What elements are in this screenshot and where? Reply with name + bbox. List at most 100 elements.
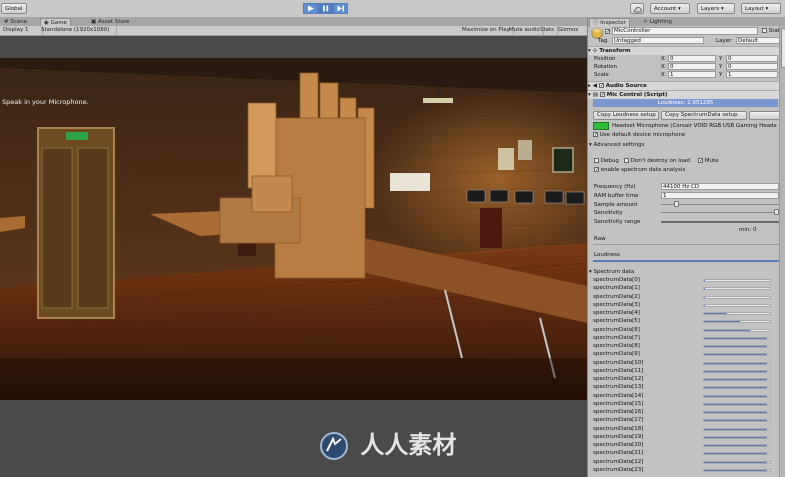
extra-button[interactable] — [749, 111, 782, 120]
spectrum-row-label: spectrumData[15] — [593, 400, 644, 407]
spectrum-level-track — [703, 320, 771, 324]
account-label: Account — [654, 6, 677, 12]
spectrum-row-label: spectrumData[14] — [593, 392, 644, 399]
layer-dropdown[interactable]: Default — [736, 37, 782, 44]
spectrum-row-label: spectrumData[21] — [593, 450, 644, 457]
spectrum-row: spectrumData[11] — [588, 368, 778, 376]
spectrum-level-track — [703, 394, 771, 398]
inspector-scrollbar[interactable] — [779, 26, 785, 477]
speaker-icon: ◀ — [592, 83, 597, 89]
spectrum-row-label: spectrumData[13] — [593, 384, 644, 391]
frequency-dropdown[interactable]: 44100 Hz CD — [661, 183, 779, 190]
global-toggle-button[interactable]: Global — [1, 3, 27, 14]
enable-spectrum-checkbox[interactable]: ✓ enable spectrum data analysis — [594, 166, 784, 174]
game-view-bar: Display 1 Standalone (1920x1080) Maximiz… — [0, 26, 587, 36]
spectrum-row-label: spectrumData[17] — [593, 417, 644, 424]
sensitivity-label: Sensitivity — [594, 210, 623, 216]
audio-source-header[interactable]: ▸ ◀ ✓ Audio Source — [588, 81, 785, 90]
spectrum-row-label: spectrumData[11] — [593, 367, 644, 374]
spectrum-row-label: spectrumData[16] — [593, 409, 644, 415]
play-button[interactable] — [303, 3, 318, 14]
spectrum-level-track — [703, 345, 771, 348]
raw-bar — [593, 244, 779, 245]
info-icon: ⓘ — [593, 20, 599, 26]
scrollbar-thumb[interactable] — [781, 28, 785, 68]
spectrum-row-label: spectrumData[5] — [593, 318, 640, 325]
spectrum-row-label: spectrumData[8] — [593, 343, 640, 349]
active-checkbox[interactable]: ✓ — [605, 28, 610, 35]
loudness-readout-bar: Loudness: 2.951295 — [593, 99, 778, 107]
spectrum-row: spectrumData[17] — [588, 417, 778, 425]
resolution-select[interactable]: Standalone (1920x1080) — [38, 26, 117, 35]
transform-header[interactable]: ▾ ⊹ Transform — [588, 46, 785, 55]
inspector-panel: ⓘ Inspector ☼ Lighting ✓ MicController S… — [587, 17, 785, 477]
sensitivity-range-slider[interactable] — [661, 221, 779, 223]
account-dropdown[interactable]: Account ▾ — [650, 3, 690, 14]
layers-dropdown[interactable]: Layers ▾ — [697, 3, 735, 14]
spectrum-level-track — [703, 468, 771, 472]
scale-x-field[interactable]: 1 — [668, 71, 716, 78]
tab-scene[interactable]: # Scene — [1, 18, 30, 26]
spectrum-level-bar — [704, 428, 767, 430]
mic-control-header[interactable]: ▾ ▤ ✓ Mic Control (Script) — [588, 90, 785, 99]
tab-asset-store[interactable]: ▣ Asset Store — [88, 18, 132, 26]
spectrum-level-bar — [704, 354, 767, 356]
spectrum-row: spectrumData[3] — [588, 302, 778, 310]
spectrum-row: spectrumData[7] — [588, 335, 778, 343]
display-select[interactable]: Display 1 — [0, 26, 43, 35]
y-label: Y — [719, 72, 723, 78]
tab-inspector[interactable]: ⓘ Inspector — [589, 18, 630, 27]
spectrum-level-bar — [704, 436, 767, 438]
spectrum-level-track — [703, 312, 771, 315]
spectrum-level-bar — [704, 403, 767, 405]
spectrum-row-label: spectrumData[7] — [593, 334, 640, 341]
rotation-y-field[interactable]: 0 — [726, 63, 778, 70]
spectrum-row-label: spectrumData[22] — [593, 458, 644, 465]
layers-label: Layers — [701, 6, 720, 12]
min-label: min: 0 — [739, 227, 757, 233]
spectrum-row-label: spectrumData[10] — [593, 359, 644, 366]
gizmos-dropdown[interactable]: Gizmos — [555, 26, 581, 35]
spectrum-level-bar — [704, 346, 767, 347]
use-default-checkbox[interactable]: ✓ Use default device microphone — [593, 131, 783, 139]
spectrum-level-bar — [704, 304, 706, 306]
cloud-button[interactable] — [630, 3, 644, 14]
copy-loudness-button[interactable]: Copy Loudness setup — [593, 111, 659, 120]
viewport-prompt-text: Speak in your Microphone. — [2, 98, 89, 106]
sensitivity-slider[interactable] — [661, 212, 779, 213]
scale-y-field[interactable]: 1 — [726, 71, 778, 78]
position-x-field[interactable]: 0 — [668, 55, 716, 62]
copy-spectrum-button[interactable]: Copy SpectrumData setup — [661, 111, 747, 120]
spectrum-row-label: spectrumData[18] — [593, 425, 644, 432]
spectrum-level-bar — [704, 370, 767, 372]
sample-amount-slider-thumb[interactable] — [674, 201, 679, 207]
chevron-down-icon: ▾ — [588, 92, 591, 98]
spectrum-level-track — [703, 295, 771, 299]
advanced-settings-foldout[interactable]: ▾ Advanced settings — [589, 141, 779, 149]
tab-lighting[interactable]: ☼ Lighting — [640, 18, 675, 26]
spectrum-level-bar — [704, 412, 767, 413]
ram-buffer-field[interactable]: 1 — [661, 192, 779, 199]
spectrum-level-bar — [704, 329, 751, 331]
chevron-down-icon: ▾ — [589, 269, 592, 275]
rotation-x-field[interactable]: 0 — [668, 63, 716, 70]
spectrum-level-track — [703, 361, 771, 365]
spectrum-level-track — [703, 287, 771, 291]
layout-dropdown[interactable]: Layout ▾ — [741, 3, 781, 14]
position-y-field[interactable]: 0 — [726, 55, 778, 62]
spectrum-row: spectrumData[21] — [588, 450, 778, 458]
spectrum-data-foldout[interactable]: ▾ Spectrum data — [589, 268, 779, 276]
game-viewport[interactable]: Speak in your Microphone. — [0, 58, 587, 400]
mute-checkbox[interactable]: ✓ Mute — [698, 157, 785, 165]
sample-amount-label: Sample amount — [594, 202, 638, 208]
spectrum-row: spectrumData[8] — [588, 343, 778, 351]
spectrum-level-track — [703, 378, 771, 381]
tag-dropdown[interactable]: Untagged — [612, 37, 704, 44]
spectrum-level-bar — [704, 461, 767, 463]
chevron-down-icon: ▾ — [765, 6, 769, 12]
spectrum-level-bar — [704, 321, 741, 323]
object-name-field[interactable]: MicController — [612, 27, 758, 35]
step-button[interactable] — [333, 3, 348, 14]
pause-button[interactable] — [318, 3, 333, 14]
watermark-logo: 人人素材 — [318, 425, 456, 461]
